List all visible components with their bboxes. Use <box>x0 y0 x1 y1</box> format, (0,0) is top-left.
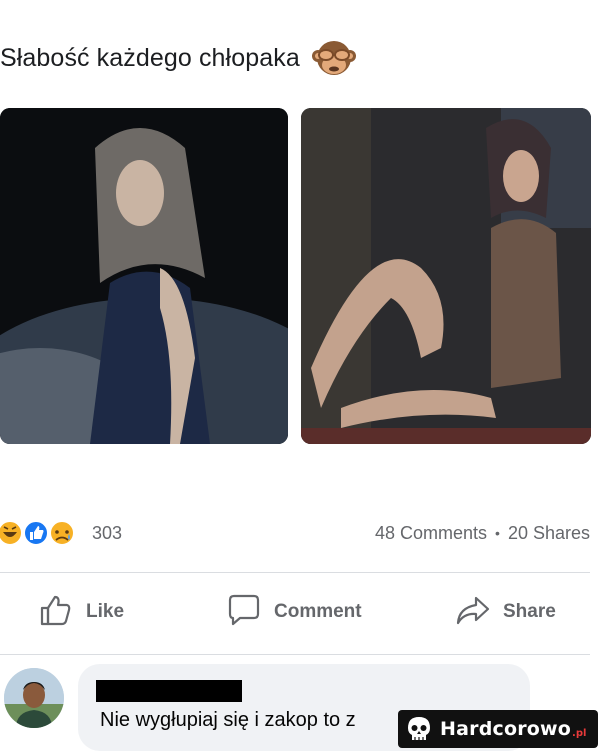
comment-label: Comment <box>274 601 362 622</box>
engagement-summary: 48 Comments • 20 Shares <box>375 518 590 548</box>
comment-button[interactable]: Comment <box>226 590 362 634</box>
avatar[interactable] <box>4 668 64 728</box>
like-button[interactable]: Like <box>38 590 124 634</box>
watermark-tld: .pl <box>572 727 587 739</box>
laughing-reaction-icon <box>0 520 23 546</box>
share-icon <box>455 592 491 633</box>
watermark-name: Hardcorowo <box>440 718 572 740</box>
shares-count[interactable]: 20 Shares <box>508 523 590 544</box>
like-label: Like <box>86 601 125 622</box>
sad-reaction-icon <box>49 520 75 546</box>
share-button[interactable]: Share <box>455 590 556 634</box>
photo-right[interactable] <box>301 108 591 444</box>
separator-dot: • <box>495 525 500 541</box>
divider-top <box>0 572 590 573</box>
site-watermark: Hardcorowo .pl <box>398 710 598 748</box>
photo-left[interactable] <box>0 108 288 444</box>
post-title: Słabość każdego chłopaka <box>0 38 470 78</box>
reaction-count: 303 <box>92 522 123 543</box>
comment-icon <box>226 592 262 633</box>
divider-bottom <box>0 654 590 655</box>
redacted-commenter-name <box>96 680 242 702</box>
like-reaction-icon <box>23 520 49 546</box>
share-label: Share <box>503 601 556 622</box>
comments-count[interactable]: 48 Comments <box>375 523 487 544</box>
post-title-text: Słabość każdego chłopaka <box>0 43 300 72</box>
skull-logo-icon <box>404 714 434 744</box>
comment-text: Nie wygłupiaj się i zakop to z <box>100 709 356 731</box>
thumbs-up-icon <box>38 592 74 633</box>
post-actions: Like Comment Share <box>0 590 600 634</box>
reactions-summary[interactable]: 303 <box>0 518 122 548</box>
see-no-evil-monkey-icon <box>310 38 358 78</box>
reaction-icons <box>0 518 84 548</box>
